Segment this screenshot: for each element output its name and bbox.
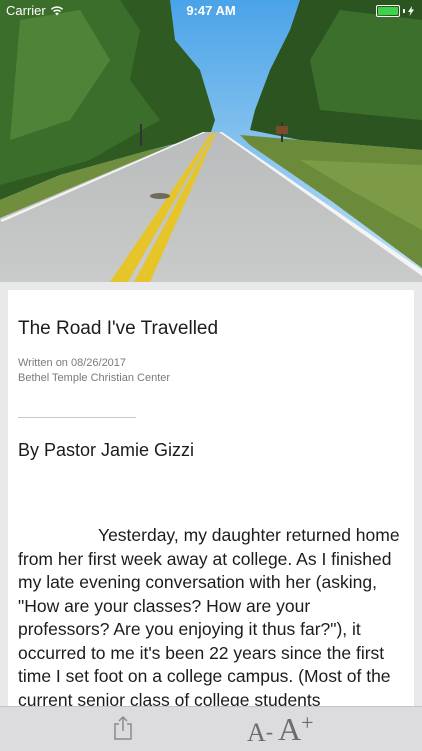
article-body: Yesterday, my daughter returned home fro… bbox=[18, 525, 400, 710]
font-increase-button[interactable]: A+ bbox=[278, 710, 314, 748]
battery-tip bbox=[403, 9, 405, 13]
font-decrease-sign: - bbox=[265, 719, 274, 744]
bolt-icon bbox=[408, 6, 414, 16]
share-icon bbox=[114, 715, 132, 740]
road-photo bbox=[0, 0, 422, 282]
article-hero-image bbox=[0, 0, 422, 282]
battery-icon bbox=[376, 5, 400, 17]
font-increase-letter: A bbox=[278, 711, 302, 747]
article-byline: By Pastor Jamie Gizzi bbox=[18, 440, 195, 460]
divider bbox=[18, 417, 136, 418]
status-time: 9:47 AM bbox=[186, 3, 236, 18]
font-increase-sign: + bbox=[301, 710, 314, 735]
article-organization: Bethel Temple Christian Center bbox=[18, 372, 171, 384]
font-decrease-button[interactable]: A- bbox=[247, 718, 273, 748]
battery-level bbox=[378, 7, 398, 15]
article-title: The Road I've Travelled bbox=[18, 318, 219, 339]
article-card: The Road I've Travelled Written on 08/26… bbox=[8, 290, 414, 710]
status-bar: Carrier 9:47 AM bbox=[0, 0, 422, 22]
font-decrease-letter: A bbox=[247, 718, 266, 747]
written-on-date: Written on 08/26/2017 bbox=[18, 357, 127, 369]
share-button[interactable] bbox=[112, 715, 134, 741]
battery-group bbox=[376, 5, 414, 17]
bottom-toolbar: A- A+ bbox=[0, 706, 422, 751]
article-meta: Written on 08/26/2017 Bethel Temple Chri… bbox=[18, 356, 170, 386]
